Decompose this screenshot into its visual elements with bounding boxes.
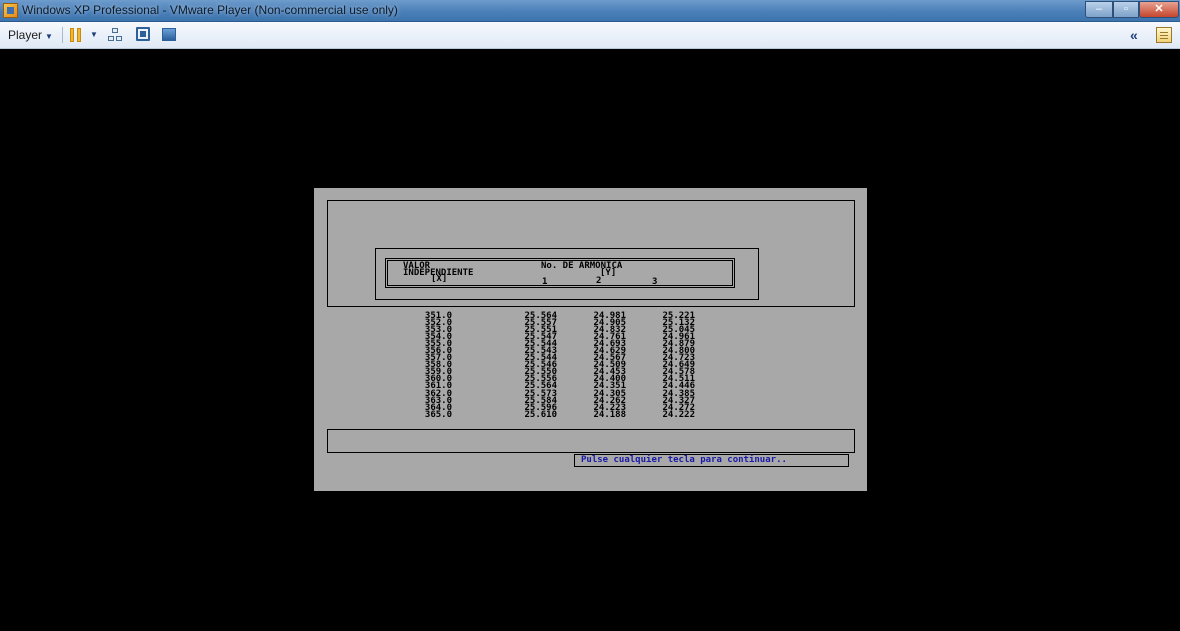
header-harmonic-3: 3 bbox=[652, 277, 658, 287]
dos-window: VALOR INDEPENDIENTE [X] No. DE ARMONICA … bbox=[314, 188, 867, 491]
table-cell: 24.188 bbox=[593, 409, 626, 420]
collapse-icon[interactable]: « bbox=[1130, 27, 1138, 43]
column-harmonic-3: 25.221 25.132 25.045 24.961 24.879 24.80… bbox=[645, 311, 695, 420]
vm-screen[interactable]: VALOR INDEPENDIENTE [X] No. DE ARMONICA … bbox=[0, 49, 1180, 631]
player-menu-label: Player bbox=[8, 28, 43, 42]
pause-icon[interactable] bbox=[70, 28, 82, 42]
unity-icon[interactable] bbox=[162, 28, 176, 41]
table-cell: 25.610 bbox=[524, 409, 557, 420]
window-title: Windows XP Professional - VMware Player … bbox=[22, 3, 398, 17]
header-harmonic-2: 2 bbox=[596, 276, 602, 286]
chevron-down-icon: ▼ bbox=[45, 32, 53, 41]
player-toolbar: Player ▼ ▼ « bbox=[0, 22, 1180, 49]
toolbar-separator bbox=[62, 27, 63, 43]
fullscreen-icon[interactable] bbox=[136, 27, 150, 41]
pause-dropdown-chevron-icon[interactable]: ▼ bbox=[90, 30, 98, 39]
table-cell: 365.0 bbox=[424, 409, 452, 420]
library-icon[interactable] bbox=[1156, 27, 1172, 43]
title-bar: Windows XP Professional - VMware Player … bbox=[0, 0, 1180, 22]
header-x-label: [X] bbox=[431, 274, 448, 284]
continue-prompt[interactable]: Pulse cualquier tecla para continuar.. bbox=[574, 454, 849, 467]
close-button[interactable]: ✕ bbox=[1139, 1, 1179, 18]
column-harmonic-1: 25.564 25.557 25.551 25.547 25.544 25.54… bbox=[507, 311, 557, 420]
column-harmonic-2: 24.981 24.905 24.832 24.761 24.693 24.62… bbox=[576, 311, 626, 420]
player-menu-button[interactable]: Player ▼ bbox=[8, 28, 53, 42]
column-x: 351.0 352.0 353.0 354.0 355.0 356.0 357.… bbox=[402, 311, 452, 420]
header-harmonic-1: 1 bbox=[542, 277, 548, 287]
minimize-button[interactable]: – bbox=[1085, 1, 1113, 18]
vmware-app-icon bbox=[3, 3, 18, 18]
network-icon[interactable] bbox=[108, 28, 122, 42]
table-cell: 24.222 bbox=[662, 409, 695, 420]
maximize-button[interactable]: ▫ bbox=[1113, 1, 1139, 18]
header-y-label: [Y] bbox=[600, 268, 617, 278]
bottom-frame bbox=[327, 429, 855, 453]
